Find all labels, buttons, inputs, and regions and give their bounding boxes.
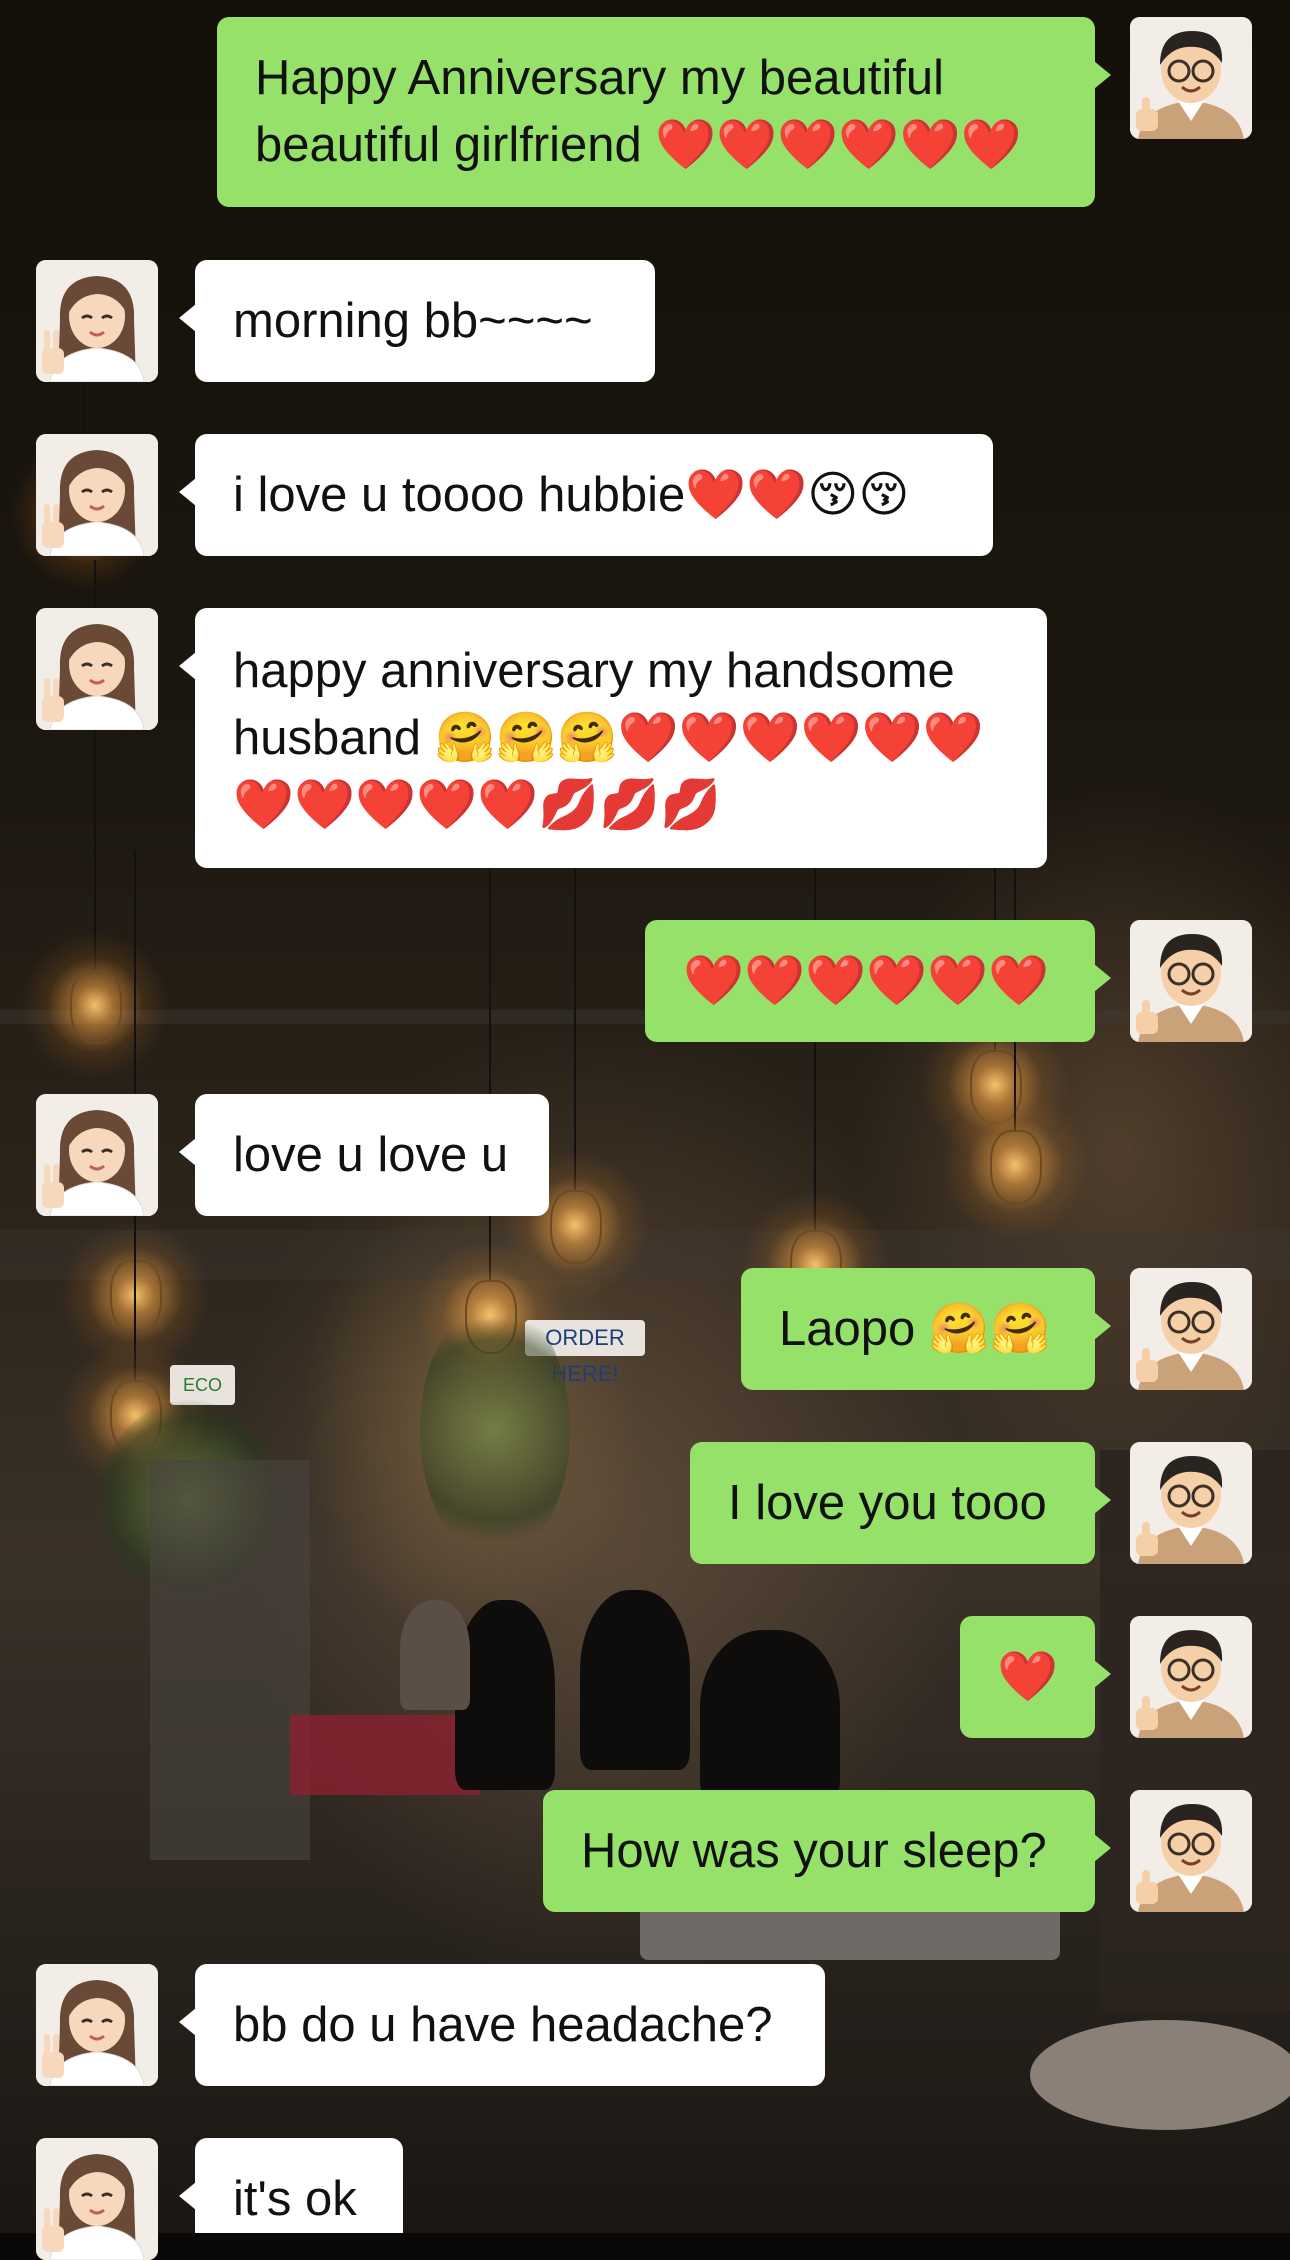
woman-avatar-icon bbox=[36, 434, 158, 556]
woman-avatar-icon bbox=[36, 1964, 158, 2086]
message-bubble-incoming[interactable]: love u love u bbox=[179, 1094, 549, 1216]
avatar[interactable] bbox=[36, 608, 158, 730]
woman-avatar-icon bbox=[36, 1094, 158, 1216]
avatar[interactable] bbox=[36, 260, 158, 382]
message-bubble-outgoing[interactable]: Happy Anniversary my beautiful beautiful… bbox=[217, 17, 1111, 207]
avatar[interactable] bbox=[1130, 17, 1252, 139]
avatar[interactable] bbox=[36, 1964, 158, 2086]
message-bubble-outgoing[interactable]: ❤️❤️❤️❤️❤️❤️ bbox=[645, 920, 1111, 1042]
message-bubble-outgoing[interactable]: How was your sleep? bbox=[543, 1790, 1111, 1912]
woman-avatar-icon bbox=[36, 260, 158, 382]
message-text: it's ok bbox=[233, 2172, 357, 2226]
message-bubble-incoming[interactable]: i love u toooo hubbie❤️❤️😚😚 bbox=[179, 434, 993, 556]
message-text: love u love u bbox=[233, 1128, 509, 1182]
message-text: I love you tooo bbox=[728, 1476, 1047, 1530]
avatar[interactable] bbox=[1130, 1616, 1252, 1738]
message-text: How was your sleep? bbox=[581, 1824, 1047, 1878]
woman-avatar-icon bbox=[36, 608, 158, 730]
message-bubble-outgoing[interactable]: I love you tooo bbox=[690, 1442, 1111, 1564]
message-text: ❤️❤️❤️❤️❤️❤️ bbox=[683, 954, 1050, 1008]
man-avatar-icon bbox=[1130, 1616, 1252, 1738]
man-avatar-icon bbox=[1130, 1790, 1252, 1912]
message-text: i love u toooo hubbie❤️❤️😚😚 bbox=[233, 468, 910, 522]
chat-message-list[interactable]: Happy Anniversary my beautiful beautiful… bbox=[0, 0, 1290, 2260]
message-text: happy anniversary my handsome husband 🤗🤗… bbox=[233, 644, 984, 832]
avatar[interactable] bbox=[36, 1094, 158, 1216]
message-bubble-outgoing[interactable]: Laopo 🤗🤗 bbox=[741, 1268, 1111, 1390]
message-text: Laopo 🤗🤗 bbox=[779, 1302, 1051, 1356]
message-text: bb do u have headache? bbox=[233, 1998, 773, 2052]
avatar[interactable] bbox=[1130, 920, 1252, 1042]
man-avatar-icon bbox=[1130, 920, 1252, 1042]
avatar[interactable] bbox=[1130, 1790, 1252, 1912]
message-bubble-incoming[interactable]: happy anniversary my handsome husband 🤗🤗… bbox=[179, 608, 1047, 868]
message-text: ❤️ bbox=[996, 1650, 1058, 1704]
woman-avatar-icon bbox=[36, 2138, 158, 2260]
message-text: Happy Anniversary my beautiful beautiful… bbox=[255, 51, 1022, 172]
man-avatar-icon bbox=[1130, 1442, 1252, 1564]
avatar[interactable] bbox=[36, 434, 158, 556]
message-bubble-outgoing[interactable]: ❤️ bbox=[960, 1616, 1111, 1738]
message-bubble-incoming[interactable]: morning bb~~~~ bbox=[179, 260, 655, 382]
man-avatar-icon bbox=[1130, 17, 1252, 139]
avatar[interactable] bbox=[1130, 1268, 1252, 1390]
message-text: morning bb~~~~ bbox=[233, 294, 593, 348]
avatar[interactable] bbox=[36, 2138, 158, 2260]
avatar[interactable] bbox=[1130, 1442, 1252, 1564]
message-bubble-incoming[interactable]: it's ok bbox=[179, 2138, 403, 2233]
man-avatar-icon bbox=[1130, 1268, 1252, 1390]
message-bubble-incoming[interactable]: bb do u have headache? bbox=[179, 1964, 825, 2086]
